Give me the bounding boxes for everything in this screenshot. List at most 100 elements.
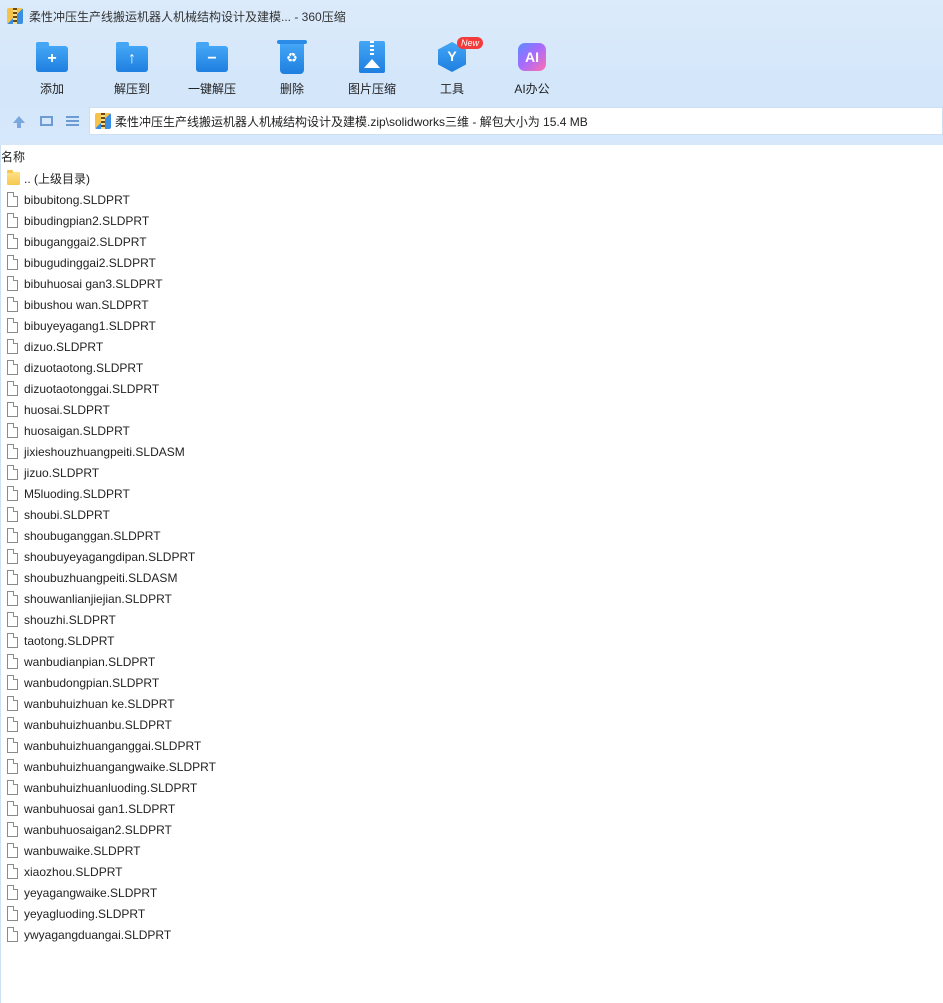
file-row[interactable]: wanbuhuizhuangangwaike.SLDPRT (7, 756, 927, 777)
file-icon (7, 234, 18, 249)
file-name: ywyagangduangai.SLDPRT (24, 927, 172, 942)
file-row[interactable]: huosaigan.SLDPRT (7, 420, 927, 441)
file-row[interactable]: M5luoding.SLDPRT (7, 483, 927, 504)
file-row[interactable]: jizuo.SLDPRT (7, 462, 927, 483)
column-header-name[interactable]: 名称 (1, 148, 25, 166)
archive-icon (95, 113, 111, 129)
file-icon (7, 633, 18, 648)
file-name: shoubi.SLDPRT (24, 507, 110, 522)
file-name: wanbuhuizhuangangwaike.SLDPRT (24, 759, 216, 774)
one-click-extract-button[interactable]: − 一键解压 (172, 34, 252, 100)
file-name: shouzhi.SLDPRT (24, 612, 116, 627)
file-name: M5luoding.SLDPRT (24, 486, 130, 501)
ai-office-button[interactable]: AI AI办公 (492, 34, 572, 100)
navigation-bar: 柔性冲压生产线搬运机器人机械结构设计及建模.zip\solidworks三维 -… (0, 106, 943, 136)
file-icon (7, 696, 18, 711)
extract-to-label: 解压到 (113, 82, 150, 96)
file-icon (7, 822, 18, 837)
file-icon (7, 675, 18, 690)
folder-icon (7, 170, 20, 185)
file-row[interactable]: wanbuhuizhuanluoding.SLDPRT (7, 777, 927, 798)
file-row[interactable]: taotong.SLDPRT (7, 630, 927, 651)
file-name: wanbuhuosaigan2.SLDPRT (24, 822, 172, 837)
file-row[interactable]: xiaozhou.SLDPRT (7, 861, 927, 882)
file-row[interactable]: shouzhi.SLDPRT (7, 609, 927, 630)
file-icon (7, 864, 18, 879)
file-row[interactable]: yeyagluoding.SLDPRT (7, 903, 927, 924)
thumbnail-view-icon (39, 116, 53, 126)
file-name: bibuhuosai gan3.SLDPRT (24, 276, 163, 291)
file-icon (7, 297, 18, 312)
file-icon (7, 339, 18, 354)
file-name: shoubuganggan.SLDPRT (24, 528, 161, 543)
delete-label: 删除 (279, 82, 304, 96)
file-row[interactable]: yeyagangwaike.SLDPRT (7, 882, 927, 903)
file-name: huosai.SLDPRT (24, 402, 110, 417)
file-name: bibudingpian2.SLDPRT (24, 213, 150, 228)
parent-directory-row[interactable]: .. (上级目录) (7, 168, 927, 189)
up-level-button[interactable] (11, 113, 27, 129)
file-name: wanbuhuosai gan1.SLDPRT (24, 801, 176, 816)
list-view-icon (65, 116, 79, 126)
file-icon (7, 423, 18, 438)
file-row[interactable]: wanbuhuizhuan ke.SLDPRT (7, 693, 927, 714)
file-row[interactable]: wanbuhuizhuanbu.SLDPRT (7, 714, 927, 735)
file-row[interactable]: wanbuwaike.SLDPRT (7, 840, 927, 861)
file-name: bibuyeyagang1.SLDPRT (24, 318, 156, 333)
file-name: dizuo.SLDPRT (24, 339, 104, 354)
address-bar[interactable]: 柔性冲压生产线搬运机器人机械结构设计及建模.zip\solidworks三维 -… (89, 107, 943, 135)
thumbnail-view-button[interactable] (38, 113, 54, 129)
file-name: jixieshouzhuangpeiti.SLDASM (24, 444, 185, 459)
image-compress-button[interactable]: 图片压缩 (332, 34, 412, 100)
file-row[interactable]: wanbuhuosaigan2.SLDPRT (7, 819, 927, 840)
file-row[interactable]: bibugudinggai2.SLDPRT (7, 252, 927, 273)
file-row[interactable]: bibudingpian2.SLDPRT (7, 210, 927, 231)
delete-button[interactable]: ♻ 删除 (252, 34, 332, 100)
file-row[interactable]: dizuo.SLDPRT (7, 336, 927, 357)
file-icon (7, 654, 18, 669)
file-row[interactable]: wanbudianpian.SLDPRT (7, 651, 927, 672)
file-icon (7, 927, 18, 942)
file-row[interactable]: dizuotaotong.SLDPRT (7, 357, 927, 378)
file-row[interactable]: huosai.SLDPRT (7, 399, 927, 420)
file-rows: .. (上级目录) bibubitong.SLDPRT bibudingpian2… (7, 168, 927, 945)
tools-hexagon-icon: Y New (435, 37, 484, 74)
file-row[interactable]: shouwanlianjiejian.SLDPRT (7, 588, 927, 609)
file-row[interactable]: dizuotaotonggai.SLDPRT (7, 378, 927, 399)
file-row[interactable]: wanbudongpian.SLDPRT (7, 672, 927, 693)
file-icon (7, 465, 18, 480)
file-row[interactable]: shoubuyeyagangdipan.SLDPRT (7, 546, 927, 567)
add-button[interactable]: + 添加 (12, 34, 92, 100)
file-icon (7, 906, 18, 921)
file-row[interactable]: bibubitong.SLDPRT (7, 189, 927, 210)
file-row[interactable]: shoubuzhuangpeiti.SLDASM (7, 567, 927, 588)
file-row[interactable]: ywyagangduangai.SLDPRT (7, 924, 927, 945)
file-row[interactable]: jixieshouzhuangpeiti.SLDASM (7, 441, 927, 462)
file-row[interactable]: wanbuhuizhuanganggai.SLDPRT (7, 735, 927, 756)
file-icon (7, 801, 18, 816)
recycle-bin-icon: ♻ (275, 40, 309, 74)
file-name: jizuo.SLDPRT (24, 465, 100, 480)
file-row[interactable]: shoubi.SLDPRT (7, 504, 927, 525)
file-name: dizuotaotong.SLDPRT (24, 360, 144, 375)
file-row[interactable]: bibuhuosai gan3.SLDPRT (7, 273, 927, 294)
file-name: wanbuhuizhuanbu.SLDPRT (24, 717, 172, 732)
extract-to-button[interactable]: ↑ 解压到 (92, 34, 172, 100)
up-arrow-icon (13, 115, 25, 128)
file-icon (7, 360, 18, 375)
file-row[interactable]: bibushou wan.SLDPRT (7, 294, 927, 315)
file-icon (7, 486, 18, 501)
file-name: wanbuhuizhuanganggai.SLDPRT (24, 738, 202, 753)
file-row[interactable]: bibuyeyagang1.SLDPRT (7, 315, 927, 336)
file-row[interactable]: bibuganggai2.SLDPRT (7, 231, 927, 252)
file-name: yeyagluoding.SLDPRT (24, 906, 146, 921)
ai-icon: AI (515, 40, 549, 74)
file-name: bibuganggai2.SLDPRT (24, 234, 147, 249)
file-row[interactable]: wanbuhuosai gan1.SLDPRT (7, 798, 927, 819)
image-compress-label: 图片压缩 (347, 82, 396, 96)
list-view-button[interactable] (64, 113, 80, 129)
file-name: yeyagangwaike.SLDPRT (24, 885, 158, 900)
file-row[interactable]: shoubuganggan.SLDPRT (7, 525, 927, 546)
tools-button[interactable]: Y New 工具 (412, 34, 492, 100)
add-label: 添加 (39, 82, 64, 96)
